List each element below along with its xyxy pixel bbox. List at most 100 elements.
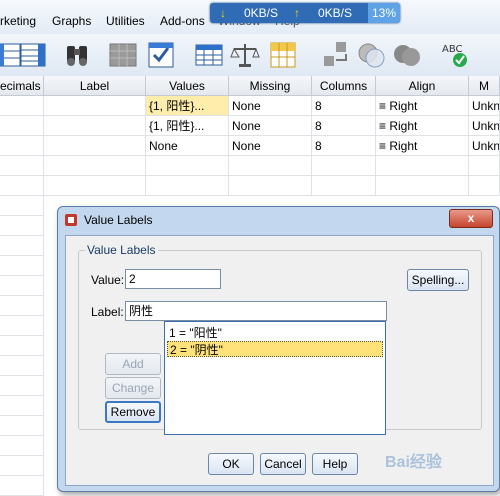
table-cell[interactable] [44, 136, 146, 156]
menu-marketing[interactable]: rketing [0, 14, 36, 28]
menu-graphs[interactable]: Graphs [52, 14, 91, 28]
remove-button[interactable]: Remove [105, 401, 161, 423]
show-all-icon[interactable] [392, 40, 422, 70]
align-right-icon: ≡ [379, 139, 390, 153]
table-cell[interactable] [0, 156, 44, 176]
table-cell[interactable] [146, 176, 229, 196]
change-button[interactable]: Change [105, 377, 161, 399]
table-cell[interactable] [376, 156, 469, 176]
download-arrow-icon: ↓ [220, 6, 226, 20]
table-cell[interactable] [229, 156, 312, 176]
insert-cases-icon[interactable] [108, 40, 138, 70]
table-cell[interactable] [0, 456, 44, 476]
value-labels-list[interactable]: 1 = "阳性" 2 = "阴性" [164, 321, 386, 435]
list-item-selected[interactable]: 2 = "阴性" [167, 341, 383, 357]
table-cell[interactable] [0, 216, 44, 236]
label-input[interactable]: 阴性 [125, 301, 387, 321]
table-cell[interactable] [146, 156, 229, 176]
column-header-values[interactable]: Values [146, 76, 229, 96]
table-cell[interactable] [44, 96, 146, 116]
watermark-logo: Bai经验 [385, 454, 442, 471]
network-speed-meter: ↓ 0KB/S ↑ 0KB/S 13% [210, 3, 400, 23]
table-cell[interactable] [44, 156, 146, 176]
ok-button[interactable]: OK [208, 453, 254, 475]
insert-variable-icon[interactable] [146, 40, 176, 70]
table-cell[interactable] [0, 296, 44, 316]
add-button[interactable]: Add [105, 353, 161, 375]
spelling-icon[interactable]: ABC [440, 40, 470, 70]
table-cell[interactable] [0, 316, 44, 336]
table-cell[interactable] [0, 476, 44, 496]
table-cell[interactable] [469, 156, 500, 176]
table-cell[interactable] [0, 176, 44, 196]
table-cell[interactable] [0, 236, 44, 256]
table-cell[interactable]: {1, 阳性}... [146, 96, 229, 116]
spss-app-icon [65, 214, 77, 226]
table-cell[interactable]: 8 [312, 116, 376, 136]
table-cell[interactable]: Unkn [469, 116, 500, 136]
table-cell[interactable] [0, 96, 44, 116]
help-button[interactable]: Help [312, 453, 358, 475]
table-cell[interactable]: Unkn [469, 96, 500, 116]
value-labels-group: Value Labels Value: 2 Spelling... Label:… [78, 243, 482, 435]
weight-cases-icon[interactable] [230, 40, 260, 70]
dialog-title-bar[interactable]: Value Labels x [58, 207, 499, 233]
table-cell[interactable]: ≡ Right [376, 136, 469, 156]
table-cell[interactable] [0, 256, 44, 276]
table-cell[interactable] [312, 156, 376, 176]
use-sets-icon[interactable] [356, 40, 386, 70]
table-cell[interactable] [0, 396, 44, 416]
cancel-button[interactable]: Cancel [260, 453, 306, 475]
align-value: Right [389, 99, 418, 113]
table-cell[interactable] [44, 176, 146, 196]
table-cell[interactable] [0, 276, 44, 296]
table-cell[interactable] [0, 196, 44, 216]
toolbar: ABC [0, 34, 500, 77]
select-cases-icon[interactable] [268, 40, 298, 70]
table-cell[interactable] [44, 116, 146, 136]
group-title: Value Labels [85, 243, 158, 257]
column-header-decimals[interactable]: ecimals [0, 76, 44, 96]
value-field-label: Value: [91, 273, 125, 287]
table-cell[interactable]: None [229, 96, 312, 116]
table-cell[interactable]: None [229, 116, 312, 136]
table-cell[interactable]: None [229, 136, 312, 156]
column-header-missing[interactable]: Missing [229, 76, 312, 96]
list-item[interactable]: 1 = "阳性" [167, 325, 385, 341]
close-button[interactable]: x [449, 209, 493, 228]
table-cell[interactable] [312, 176, 376, 196]
column-header-columns[interactable]: Columns [312, 76, 376, 96]
table-cell[interactable]: None [146, 136, 229, 156]
dialog-title: Value Labels [84, 213, 153, 227]
table-cell[interactable] [229, 176, 312, 196]
table-cell[interactable] [0, 436, 44, 456]
menu-add-ons[interactable]: Add-ons [160, 14, 205, 28]
value-labels-icon[interactable] [322, 40, 352, 70]
table-cell[interactable]: ≡ Right [376, 116, 469, 136]
table-cell[interactable] [469, 176, 500, 196]
column-header-label[interactable]: Label [44, 76, 146, 96]
column-header-align[interactable]: Align [376, 76, 469, 96]
upload-speed: 0KB/S [318, 6, 353, 20]
align-right-icon: ≡ [379, 119, 390, 133]
find-icon[interactable] [62, 40, 92, 70]
table-cell[interactable]: ≡ Right [376, 96, 469, 116]
table-cell[interactable] [0, 356, 44, 376]
table-cell[interactable] [0, 136, 44, 156]
grid-view-icon[interactable] [18, 40, 48, 70]
table-cell[interactable] [0, 116, 44, 136]
value-input[interactable]: 2 [125, 269, 221, 289]
table-cell[interactable]: {1, 阳性}... [146, 116, 229, 136]
table-cell[interactable]: 8 [312, 96, 376, 116]
split-file-icon[interactable] [194, 40, 224, 70]
table-cell[interactable] [0, 336, 44, 356]
column-header-measure[interactable]: M [469, 76, 500, 96]
menu-utilities[interactable]: Utilities [106, 14, 145, 28]
spelling-button[interactable]: Spelling... [407, 269, 469, 291]
table-cell[interactable] [0, 376, 44, 396]
table-cell[interactable]: 8 [312, 136, 376, 156]
table-cell[interactable] [0, 416, 44, 436]
table-cell[interactable] [376, 176, 469, 196]
align-value: Right [389, 119, 418, 133]
table-cell[interactable]: Unkn [469, 136, 500, 156]
